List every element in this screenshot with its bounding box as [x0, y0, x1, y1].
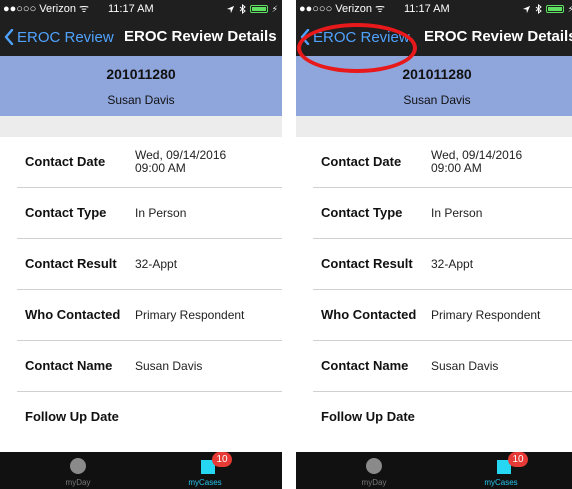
carrier-label: ●●○○○ Verizon ᯤ [299, 3, 386, 15]
chevron-left-icon [4, 29, 14, 45]
back-button[interactable]: EROC Review [300, 18, 410, 56]
detail-list: Contact Date Wed, 09/14/2016 09:00 AM Con… [296, 137, 572, 443]
row-label: Follow Up Date [25, 409, 119, 424]
status-time: 11:17 AM [404, 3, 450, 15]
tab-label: myDay [65, 478, 91, 487]
row-value [431, 392, 572, 442]
row-label: Contact Date [321, 154, 402, 169]
row-label: Contact Type [25, 205, 107, 220]
tab-myday[interactable]: myDay [18, 452, 138, 489]
detail-row-contact-name: Contact Name Susan Davis [313, 341, 572, 392]
row-value-line1: Wed, 09/14/2016 [135, 148, 227, 162]
row-value-line1: Wed, 09/14/2016 [431, 148, 523, 162]
bluetooth-icon [239, 4, 246, 14]
row-value: In Person [431, 205, 483, 220]
row-value: In Person [135, 205, 187, 220]
status-time: 11:17 AM [108, 3, 154, 15]
detail-row-contact-name: Contact Name Susan Davis [17, 341, 282, 392]
notification-badge: 10 [212, 452, 232, 467]
respondent-name: Susan Davis [107, 93, 175, 107]
case-header: 201011280 Susan Davis [0, 56, 282, 116]
detail-row-contact-result: Contact Result 32-Appt [17, 239, 282, 290]
detail-row-contact-type: Contact Type In Person [313, 188, 572, 239]
charging-icon: ⚡ [271, 4, 278, 14]
detail-row-follow-up-date: Follow Up Date [313, 392, 572, 443]
row-label: Contact Date [25, 154, 106, 169]
row-label: Contact Name [25, 358, 113, 373]
row-label: Follow Up Date [321, 409, 415, 424]
row-value: Primary Respondent [135, 307, 245, 322]
row-value [135, 392, 282, 442]
page-title: EROC Review Details [424, 28, 572, 45]
detail-row-who-contacted: Who Contacted Primary Respondent [17, 290, 282, 341]
tab-myday[interactable]: myDay [314, 452, 434, 489]
row-value: Wed, 09/14/2016 09:00 AM [135, 137, 282, 187]
detail-row-contact-result: Contact Result 32-Appt [313, 239, 572, 290]
battery-icon [545, 5, 564, 13]
back-button-label: EROC Review [17, 28, 114, 46]
detail-list: Contact Date Wed, 09/14/2016 09:00 AM Con… [0, 137, 282, 443]
phone-screen-left: ●●○○○ Verizon ᯤ 11:17 AM ⚡ EROC Review E… [0, 0, 282, 489]
section-spacer [296, 116, 572, 137]
case-id: 201011280 [106, 66, 176, 82]
respondent-name: Susan Davis [403, 93, 471, 107]
row-value-line2: 09:00 AM [135, 161, 186, 175]
row-value: Susan Davis [135, 358, 203, 373]
carrier-label: ●●○○○ Verizon ᯤ [3, 3, 90, 15]
tab-bar: myDay 10 myCases [0, 452, 282, 489]
row-value-line2: 09:00 AM [431, 161, 482, 175]
detail-row-contact-date: Contact Date Wed, 09/14/2016 09:00 AM [17, 137, 282, 188]
navigation-bar: EROC Review EROC Review Details [296, 18, 572, 56]
location-icon [522, 5, 530, 13]
case-header: 201011280 Susan Davis [296, 56, 572, 116]
status-bar: ●●○○○ Verizon ᯤ 11:17 AM ⚡ [0, 0, 282, 18]
row-value: Wed, 09/14/2016 09:00 AM [431, 137, 572, 187]
section-spacer [0, 116, 282, 137]
detail-row-contact-type: Contact Type In Person [17, 188, 282, 239]
page-title: EROC Review Details [124, 28, 277, 45]
row-label: Contact Type [321, 205, 403, 220]
navigation-bar: EROC Review EROC Review Details [0, 18, 282, 56]
back-button-label: EROC Review [313, 28, 410, 46]
row-label: Contact Name [321, 358, 409, 373]
row-label: Contact Result [25, 256, 117, 271]
tab-bar: myDay 10 myCases [296, 452, 572, 489]
row-value: 32-Appt [135, 256, 178, 271]
system-icons: ⚡ [226, 0, 278, 18]
battery-icon [249, 5, 268, 13]
charging-icon: ⚡ [567, 4, 572, 14]
notification-badge: 10 [508, 452, 528, 467]
bluetooth-icon [535, 4, 542, 14]
row-value: Susan Davis [431, 358, 499, 373]
row-label: Contact Result [321, 256, 413, 271]
phone-screen-right: ●●○○○ Verizon ᯤ 11:17 AM ⚡ EROC Review E… [296, 0, 572, 489]
case-id: 201011280 [402, 66, 472, 82]
detail-row-follow-up-date: Follow Up Date [17, 392, 282, 443]
location-icon [226, 5, 234, 13]
row-value: Primary Respondent [431, 307, 541, 322]
tab-label: myDay [361, 478, 387, 487]
tab-mycases[interactable]: 10 myCases [145, 452, 265, 489]
myday-circle-icon [70, 458, 86, 474]
myday-circle-icon [366, 458, 382, 474]
tab-label: myCases [188, 478, 222, 487]
row-value: 32-Appt [431, 256, 474, 271]
detail-row-contact-date: Contact Date Wed, 09/14/2016 09:00 AM [313, 137, 572, 188]
system-icons: ⚡ [522, 0, 572, 18]
chevron-left-icon [300, 29, 310, 45]
tab-mycases[interactable]: 10 myCases [441, 452, 561, 489]
status-bar: ●●○○○ Verizon ᯤ 11:17 AM ⚡ [296, 0, 572, 18]
row-label: Who Contacted [25, 307, 121, 322]
tab-label: myCases [484, 478, 518, 487]
back-button[interactable]: EROC Review [4, 18, 114, 56]
detail-row-who-contacted: Who Contacted Primary Respondent [313, 290, 572, 341]
row-label: Who Contacted [321, 307, 417, 322]
